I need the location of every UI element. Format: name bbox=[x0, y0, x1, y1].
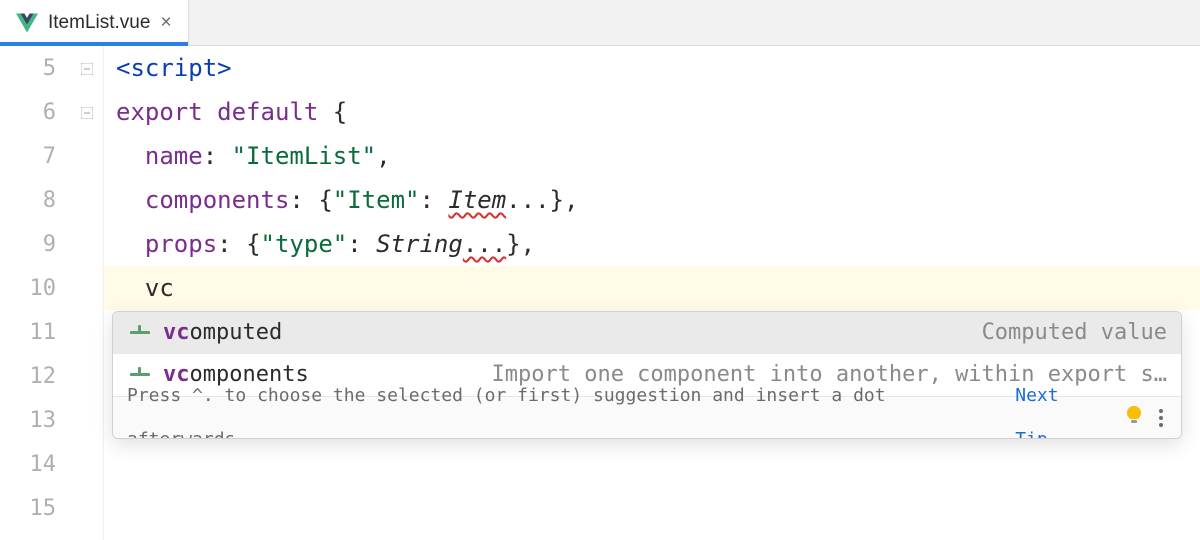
completion-hint: Press ^. to choose the selected (or firs… bbox=[127, 374, 995, 440]
punct: : bbox=[419, 186, 433, 214]
completion-footer: Press ^. to choose the selected (or firs… bbox=[113, 396, 1181, 438]
string: "ItemList" bbox=[232, 142, 377, 170]
code-line bbox=[104, 442, 1200, 486]
punct: { bbox=[318, 186, 332, 214]
fold-toggle-icon[interactable] bbox=[78, 104, 96, 122]
tag-close: > bbox=[217, 54, 231, 82]
fold-strip bbox=[72, 46, 104, 540]
code-line: name: "ItemList", bbox=[104, 134, 1200, 178]
completion-rest: omputed bbox=[190, 320, 283, 345]
fold-toggle-icon[interactable] bbox=[78, 60, 96, 78]
tab-bar: ItemList.vue × bbox=[0, 0, 1200, 46]
code-line: export default { bbox=[104, 90, 1200, 134]
prop-key: props bbox=[145, 230, 217, 258]
tag-name: script bbox=[130, 54, 217, 82]
identifier: Item bbox=[448, 186, 506, 214]
tab-itemlist-vue[interactable]: ItemList.vue × bbox=[0, 0, 189, 45]
code-area[interactable]: <script> export default { name: "ItemLis… bbox=[104, 46, 1200, 540]
line-number: 10 bbox=[0, 266, 72, 310]
line-number: 11 bbox=[0, 310, 72, 354]
string: "Item" bbox=[333, 186, 420, 214]
more-options-icon[interactable] bbox=[1155, 409, 1167, 427]
code-line: <script> bbox=[104, 46, 1200, 90]
keyword: default bbox=[217, 98, 318, 126]
vue-file-icon bbox=[16, 13, 38, 33]
completion-match: vc bbox=[163, 320, 190, 345]
punct: , bbox=[564, 186, 578, 214]
keyword: export bbox=[116, 98, 203, 126]
line-number: 9 bbox=[0, 222, 72, 266]
prop-key: name bbox=[145, 142, 203, 170]
punct: } bbox=[550, 186, 564, 214]
code-line: components: {"Item": Item...}, bbox=[104, 178, 1200, 222]
line-number: 15 bbox=[0, 486, 72, 530]
tag-open: < bbox=[116, 54, 130, 82]
hint-prefix: Press bbox=[127, 385, 192, 406]
tab-label: ItemList.vue bbox=[48, 12, 150, 34]
completion-item[interactable]: vcomputed Computed value bbox=[113, 312, 1181, 354]
punct: ... bbox=[463, 230, 506, 258]
typed-text: vc bbox=[145, 274, 174, 302]
code-line-current: vc bbox=[104, 266, 1200, 310]
live-template-icon bbox=[127, 325, 153, 341]
line-number: 8 bbox=[0, 178, 72, 222]
next-tip-link[interactable]: Next Tip bbox=[1015, 374, 1101, 440]
code-line: props: {"type": String...}, bbox=[104, 222, 1200, 266]
punct: : bbox=[347, 230, 361, 258]
line-number: 12 bbox=[0, 354, 72, 398]
lightbulb-icon[interactable] bbox=[1125, 396, 1143, 440]
line-number: 5 bbox=[0, 46, 72, 90]
completion-popup: vcomputed Computed value vcomponents Imp… bbox=[112, 311, 1182, 439]
punct: , bbox=[376, 142, 390, 170]
editor-window: ItemList.vue × 5 6 7 8 9 10 11 12 13 14 … bbox=[0, 0, 1200, 540]
string: "type" bbox=[261, 230, 348, 258]
line-number: 13 bbox=[0, 398, 72, 442]
completion-desc: Computed value bbox=[982, 311, 1167, 355]
punct: { bbox=[246, 230, 260, 258]
hint-shortcut: ^. bbox=[192, 385, 214, 406]
punct: ... bbox=[506, 186, 549, 214]
prop-key: components bbox=[145, 186, 290, 214]
punct: { bbox=[333, 98, 347, 126]
punct: : bbox=[217, 230, 231, 258]
punct: : bbox=[289, 186, 303, 214]
punct: , bbox=[521, 230, 535, 258]
line-number: 7 bbox=[0, 134, 72, 178]
completion-name: vcomputed bbox=[163, 311, 282, 355]
line-number-gutter: 5 6 7 8 9 10 11 12 13 14 15 bbox=[0, 46, 72, 540]
punct: : bbox=[203, 142, 217, 170]
identifier: String bbox=[376, 230, 463, 258]
line-number: 14 bbox=[0, 442, 72, 486]
hint-suffix: to choose the selected (or first) sugges… bbox=[127, 385, 886, 440]
line-number: 6 bbox=[0, 90, 72, 134]
code-line bbox=[104, 486, 1200, 530]
punct: } bbox=[506, 230, 520, 258]
close-tab-icon[interactable]: × bbox=[160, 13, 171, 32]
code-editor[interactable]: 5 6 7 8 9 10 11 12 13 14 15 <script> exp… bbox=[0, 46, 1200, 540]
